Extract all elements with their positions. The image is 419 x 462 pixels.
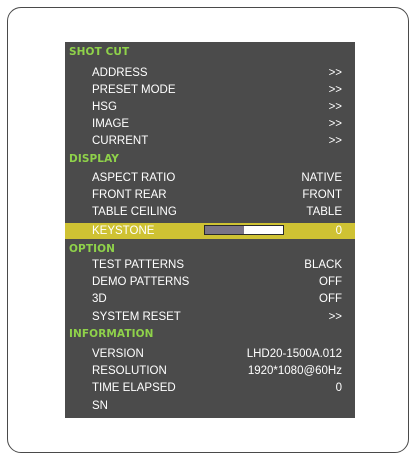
menu-item-table-ceiling[interactable]: TABLE CEILING TABLE	[65, 204, 355, 220]
menu-item-current[interactable]: CURRENT >>	[65, 133, 355, 149]
menu-item-front-rear[interactable]: FRONT REAR FRONT	[65, 187, 355, 203]
info-item-time-elapsed: TIME ELAPSED 0	[65, 380, 355, 396]
menu-item-label: TEST PATTERNS	[92, 259, 185, 271]
section-title-shot-cut: SHOT CUT	[69, 46, 130, 58]
menu-item-value: FRONT	[302, 189, 342, 201]
menu-item-label: TABLE CEILING	[92, 206, 177, 218]
menu-item-demo-patterns[interactable]: DEMO PATTERNS OFF	[65, 274, 355, 290]
menu-item-value: BLACK	[304, 259, 342, 271]
menu-item-test-patterns[interactable]: TEST PATTERNS BLACK	[65, 257, 355, 273]
menu-item-hsg[interactable]: HSG >>	[65, 99, 355, 115]
menu-item-value: >>	[328, 101, 342, 113]
info-item-value: 0	[335, 382, 342, 394]
menu-item-value: >>	[328, 118, 342, 130]
info-item-label: SN	[92, 400, 108, 412]
info-item-sn: SN	[65, 398, 355, 414]
keystone-slider-fill	[205, 226, 244, 234]
menu-item-label: ASPECT RATIO	[92, 172, 176, 184]
info-item-version: VERSION LHD20-1500A.012	[65, 346, 355, 362]
menu-item-aspect-ratio[interactable]: ASPECT RATIO NATIVE	[65, 170, 355, 186]
info-item-label: TIME ELAPSED	[92, 382, 176, 394]
menu-item-label: 3D	[92, 293, 107, 305]
menu-item-label: ADDRESS	[92, 67, 148, 79]
menu-item-image[interactable]: IMAGE >>	[65, 116, 355, 132]
menu-item-label: PRESET MODE	[92, 84, 176, 96]
menu-item-label: FRONT REAR	[92, 189, 167, 201]
menu-item-value: NATIVE	[301, 172, 342, 184]
section-title-display: DISPLAY	[69, 153, 119, 165]
info-item-value: 1920*1080@60Hz	[247, 365, 342, 377]
section-title-information: INFORMATION	[69, 328, 154, 340]
menu-item-value: OFF	[319, 293, 342, 305]
info-item-resolution: RESOLUTION 1920*1080@60Hz	[65, 363, 355, 379]
info-item-label: VERSION	[92, 348, 144, 360]
menu-item-label: IMAGE	[92, 118, 130, 130]
menu-item-label: KEYSTONE	[92, 225, 155, 237]
menu-item-label: HSG	[92, 101, 117, 113]
menu-item-keystone[interactable]: KEYSTONE 0	[65, 223, 355, 239]
menu-item-preset-mode[interactable]: PRESET MODE >>	[65, 82, 355, 98]
keystone-slider[interactable]	[204, 225, 284, 235]
menu-item-label: DEMO PATTERNS	[92, 276, 190, 288]
menu-item-value: >>	[328, 67, 342, 79]
menu-item-label: SYSTEM RESET	[92, 311, 181, 323]
menu-item-address[interactable]: ADDRESS >>	[65, 65, 355, 81]
menu-item-label: CURRENT	[92, 135, 149, 147]
section-title-option: OPTION	[69, 243, 116, 255]
info-item-value: LHD20-1500A.012	[246, 348, 342, 360]
info-item-label: RESOLUTION	[92, 365, 167, 377]
menu-item-value: >>	[328, 311, 342, 323]
menu-item-value: >>	[328, 135, 342, 147]
osd-menu-panel: SHOT CUT ADDRESS >> PRESET MODE >> HSG >…	[65, 42, 355, 418]
menu-item-system-reset[interactable]: SYSTEM RESET >>	[65, 309, 355, 325]
menu-item-3d[interactable]: 3D OFF	[65, 291, 355, 307]
menu-item-value: OFF	[319, 276, 342, 288]
menu-item-value: TABLE	[306, 206, 342, 218]
menu-item-value: >>	[328, 84, 342, 96]
menu-item-value: 0	[335, 225, 342, 237]
